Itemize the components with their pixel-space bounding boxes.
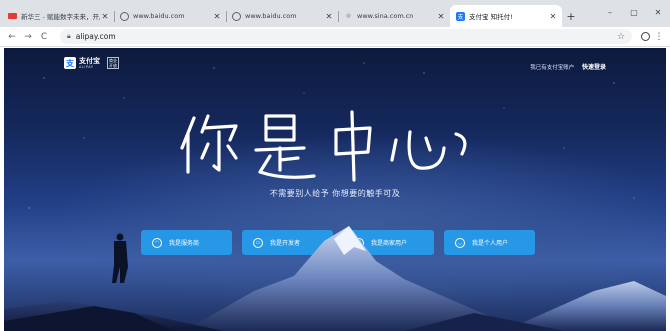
close-icon[interactable]: ✕	[100, 12, 110, 21]
close-icon[interactable]: ✕	[548, 12, 558, 21]
address-bar[interactable]: 🔒︎ alipay.com ☆	[60, 29, 632, 44]
forward-button[interactable]: →	[20, 29, 36, 45]
new-tab-button[interactable]: +	[562, 5, 580, 27]
mountain-scenery	[4, 226, 666, 331]
tab-title: www.sina.com.cn	[357, 12, 414, 20]
close-icon[interactable]: ✕	[324, 12, 334, 21]
tab[interactable]: www.baidu.com ✕	[226, 5, 338, 27]
logo-badge: 商业 开放	[107, 57, 119, 69]
alipay-icon: 支	[456, 11, 465, 21]
login-link[interactable]: 快速登录	[582, 64, 606, 71]
close-icon[interactable]: ✕	[212, 12, 222, 21]
star-icon[interactable]: ☆	[617, 32, 625, 42]
slogan-handwriting	[180, 110, 467, 182]
tab-title: www.baidu.com	[245, 12, 297, 20]
reload-button[interactable]: C	[36, 29, 52, 45]
news-icon	[8, 13, 17, 19]
tab[interactable]: ◎ www.sina.com.cn ✕	[338, 5, 450, 27]
logo-text-group: 支付宝 ALIPAY	[79, 56, 100, 69]
account-text: 我已有支付宝账户	[530, 65, 575, 71]
account-link: 我已有支付宝账户 快速登录	[530, 62, 606, 71]
tab-title: 新华三 - 赋能数字未来，开启数字时代	[21, 13, 100, 21]
lock-icon: 🔒︎	[67, 32, 71, 40]
menu-button[interactable]: ⋮	[652, 29, 666, 45]
tab[interactable]: www.baidu.com ✕	[114, 5, 226, 27]
url-text[interactable]: alipay.com	[76, 32, 617, 41]
profile-button[interactable]	[638, 29, 652, 45]
browser-toolbar: ← → C 🔒︎ alipay.com ☆ ⋮	[0, 27, 670, 47]
alipay-logo[interactable]: 支 支付宝 ALIPAY 商业 开放	[64, 57, 119, 69]
close-icon[interactable]: ✕	[436, 12, 446, 21]
tab-title: 支付宝 知托付!	[469, 13, 513, 21]
climber-figure	[112, 233, 128, 283]
page-hero: 支 支付宝 ALIPAY 商业 开放 我已有支付宝账户 快速登录 不需要别人给予…	[4, 48, 666, 331]
tab-strip: 新华三 - 赋能数字未来，开启数字时代 ✕ www.baidu.com ✕ ww…	[0, 0, 670, 27]
back-button[interactable]: ←	[4, 29, 20, 45]
profile-icon	[640, 32, 650, 41]
sina-icon: ◎	[346, 13, 351, 19]
globe-icon	[120, 11, 129, 21]
tab-active[interactable]: 支 支付宝 知托付! ✕	[450, 5, 562, 27]
globe-icon	[232, 11, 241, 21]
window-close-button[interactable]: ✕	[646, 0, 670, 24]
alipay-icon: 支	[64, 57, 76, 69]
subtitle: 不需要别人给予 你想要的触手可及	[269, 189, 401, 198]
logo-text: 支付宝	[79, 56, 100, 65]
maximize-button[interactable]: ▢	[622, 0, 646, 24]
tab[interactable]: 新华三 - 赋能数字未来，开启数字时代 ✕	[2, 5, 114, 27]
minimize-button[interactable]: –	[598, 0, 622, 24]
logo-sub: ALIPAY	[79, 64, 94, 69]
window-controls: – ▢ ✕	[598, 0, 670, 27]
tab-title: www.baidu.com	[133, 12, 185, 20]
